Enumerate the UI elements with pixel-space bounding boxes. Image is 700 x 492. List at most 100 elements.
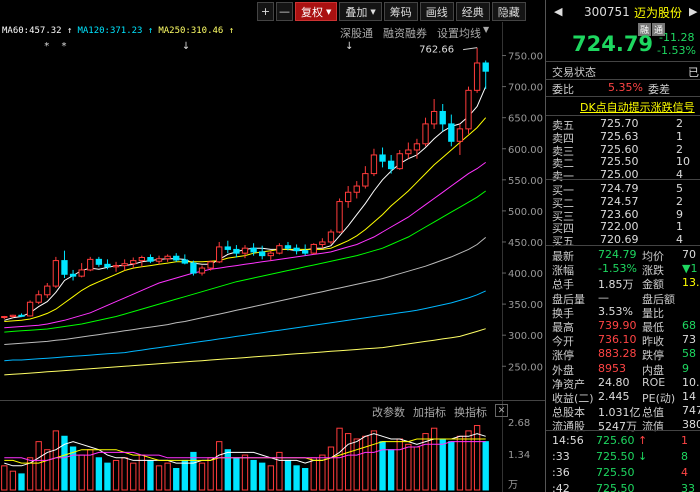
candle[interactable] [130,257,137,269]
candlestick-chart[interactable]: 750.00 700.00 650.00 600.00 550.00 500.00 450.… [0,40,545,398]
candle[interactable] [147,254,154,264]
candle[interactable] [61,250,68,279]
candle[interactable] [405,142,412,159]
candle[interactable] [293,244,300,255]
tick-row[interactable]: :33 725.50 ↓ 8 [546,449,700,465]
candle[interactable] [233,245,240,258]
hide-button[interactable]: 隐藏 [491,2,526,21]
zoom-in-button[interactable]: + [257,2,274,21]
event-marker-icon[interactable]: * [61,41,66,52]
candle-body [439,110,446,125]
adjust-button[interactable]: 复权 ▼ [295,2,338,21]
candle[interactable] [26,300,34,317]
volume-chart[interactable]: 2.68 1.34 万 [0,418,545,492]
candle[interactable] [95,256,103,267]
prev-stock-icon[interactable]: ◀ [554,5,562,18]
candle[interactable] [44,282,51,298]
candle[interactable] [190,260,197,276]
candle[interactable] [18,313,25,318]
candle-body [87,258,94,271]
event-marker-icon[interactable]: ↓ [345,41,353,52]
volume-bar [344,433,352,491]
candle[interactable] [362,166,369,189]
candle[interactable] [1,315,8,320]
overlay-button[interactable]: 叠加 ▼ [339,2,382,21]
candle[interactable] [224,240,231,254]
stat-row: 涨幅 -1.53% 涨跌 ▼1 [546,261,700,277]
candle[interactable] [430,99,438,129]
bids-row[interactable]: 买五 720.69 4 [546,232,700,248]
candle[interactable] [448,114,455,147]
candle[interactable] [370,148,378,177]
candle[interactable] [69,269,77,281]
event-marker-icon[interactable]: * [44,41,49,52]
chart-sub-links: 深股通 融资融券 设置均线 ▼ [340,25,489,41]
asks-row[interactable]: 卖四 725.63 1 [546,129,700,145]
candle[interactable] [327,229,335,245]
signal-link[interactable]: DK点自动提示涨跌信号 [546,98,700,114]
candle[interactable] [439,104,446,132]
chevron-down-icon[interactable]: ▼ [483,25,489,41]
candle-body [35,294,42,303]
chips-button[interactable]: 筹码 [383,2,418,21]
candle[interactable] [267,250,274,261]
candle[interactable] [473,47,481,93]
candle[interactable] [155,255,163,265]
candle[interactable] [35,290,42,305]
candle[interactable] [344,186,352,208]
sub-link[interactable]: 深股通 [340,25,373,41]
candle-body [78,269,85,277]
candle[interactable] [112,261,120,272]
candle[interactable] [456,123,464,155]
candle-body [387,160,395,170]
asks-row[interactable]: 卖五 725.70 2 [546,116,700,132]
bids-row[interactable]: 买二 724.57 2 [546,194,700,210]
volume-bar [259,462,266,491]
stat-row: 总手1.85万金额13.0 [546,275,700,291]
candle[interactable] [276,243,283,255]
volume-bar [241,454,249,491]
event-marker-icon[interactable]: ↓ [182,41,190,52]
asks-row[interactable]: 卖三 725.60 2 [546,142,700,158]
candle-body [112,265,120,268]
candle[interactable] [87,256,94,272]
candle[interactable] [78,263,85,278]
candle[interactable] [310,243,317,255]
volume-bar [327,446,335,491]
candle[interactable] [198,265,206,276]
sub-link[interactable]: 融资融券 [383,25,427,41]
candle[interactable] [216,241,223,264]
volume-bar [456,435,464,491]
candle-body [456,128,464,142]
candle[interactable] [121,259,128,271]
candle[interactable] [173,253,180,262]
draw-button[interactable]: 画线 [419,2,454,21]
volume-bar [379,441,386,491]
close-indicator-icon[interactable]: ✕ [495,404,508,417]
tick-row[interactable]: 14:56 725.60 ↑ 1 [546,433,700,449]
zoom-out-button[interactable]: — [276,2,293,21]
candle[interactable] [387,154,395,174]
candle[interactable] [52,256,60,288]
candle[interactable] [336,198,343,234]
kline-chart-area[interactable]: + — 复权 ▼ 叠加 ▼ 筹码 画线 经典 隐藏 MA60:457.32 ↑ MA120:371.… [0,0,545,492]
tick-row[interactable]: :42 725.50 33 [546,481,700,492]
candle[interactable] [379,147,386,168]
bids-row[interactable]: 买一 724.79 5 [546,181,700,197]
candle[interactable] [319,238,326,249]
candle[interactable] [422,117,429,147]
pane-divider[interactable] [0,400,545,401]
bids-row[interactable]: 买三 723.60 9 [546,207,700,223]
bids-row[interactable]: 买四 722.00 1 [546,219,700,235]
candle[interactable] [465,86,472,134]
tick-row[interactable]: :36 725.50 4 [546,465,700,481]
volume-bar [387,449,395,491]
candle[interactable] [482,60,489,90]
candle[interactable] [353,181,360,199]
asks-row[interactable]: 卖二 725.50 10 [546,154,700,170]
candle[interactable] [164,254,171,262]
candle[interactable] [396,149,403,170]
classic-button[interactable]: 经典 [455,2,490,21]
sub-link[interactable]: 设置均线 [437,25,481,41]
next-stock-icon[interactable]: ▶ [689,5,697,18]
